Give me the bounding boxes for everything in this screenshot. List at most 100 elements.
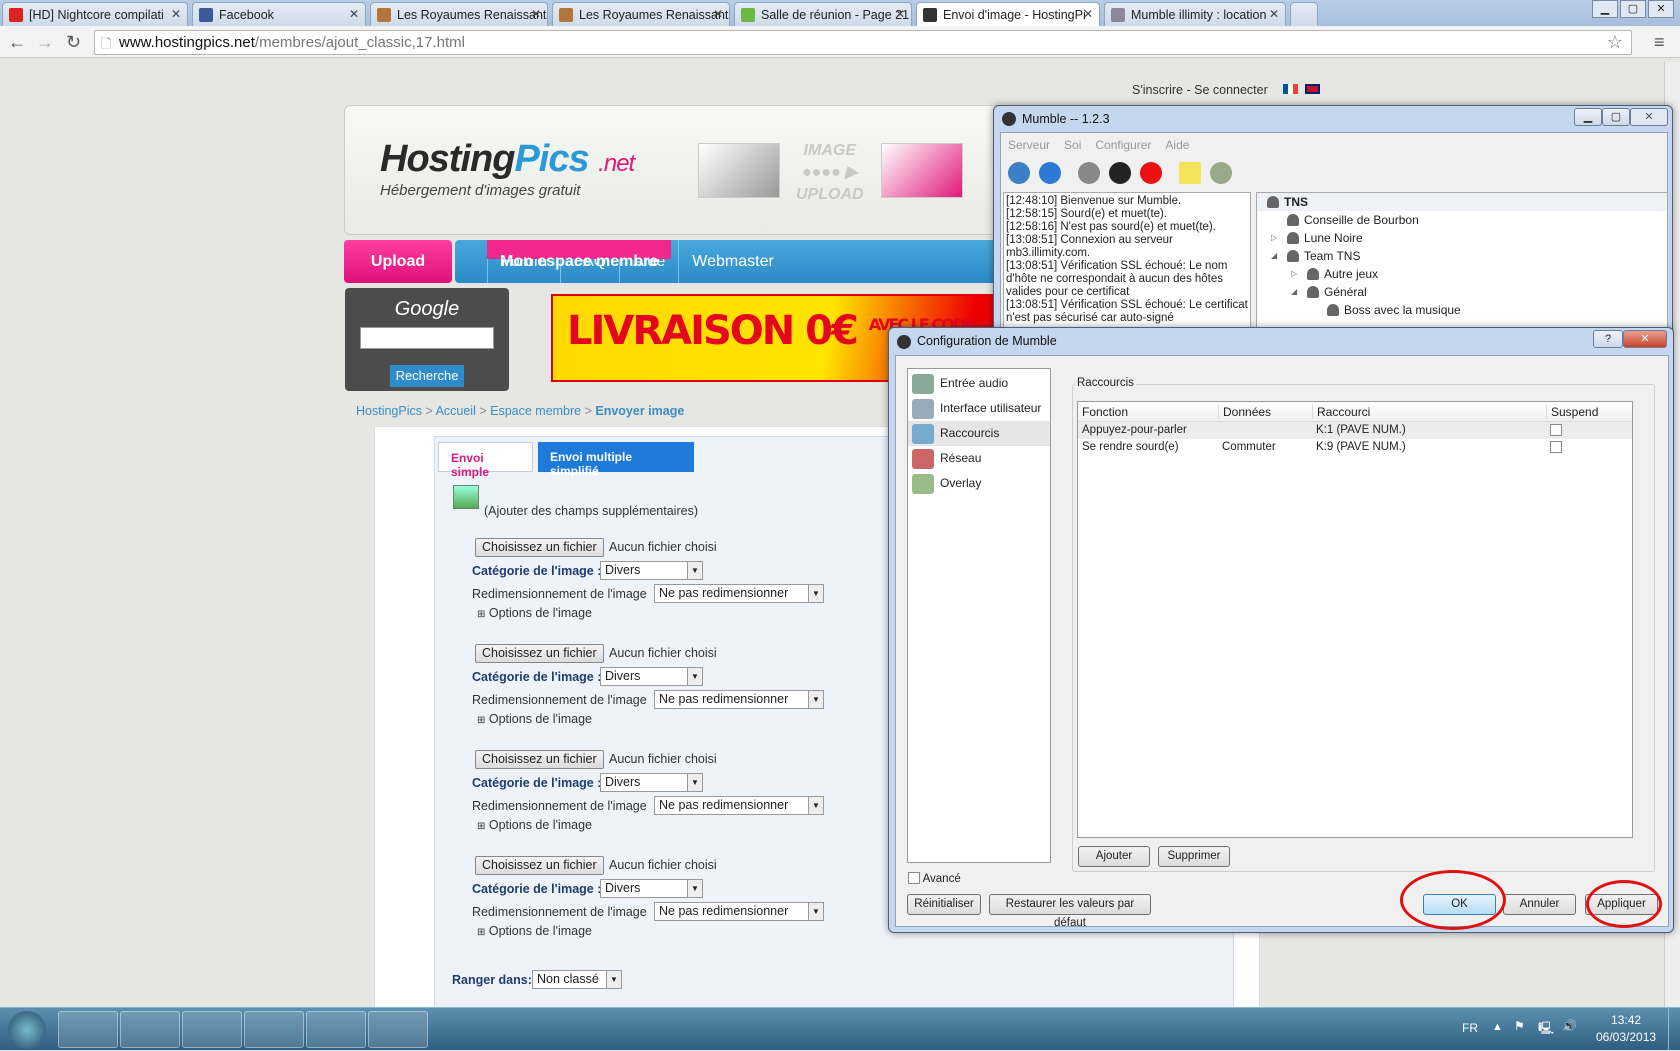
add-shortcut-button[interactable]: Ajouter — [1078, 846, 1150, 867]
resize-select[interactable]: Ne pas redimensionner ▼ — [654, 584, 824, 603]
expand-arrow-icon[interactable]: ▷ — [1271, 229, 1277, 247]
image-options-toggle[interactable]: ⊞ Options de l'image — [477, 818, 592, 832]
record-icon[interactable] — [1140, 162, 1162, 184]
mumble-menu-item[interactable]: Soi — [1064, 138, 1081, 152]
add-image-fields-icon[interactable] — [453, 485, 479, 509]
tab-close-icon[interactable]: ✕ — [349, 7, 359, 21]
notes-icon[interactable] — [368, 1011, 428, 1048]
expand-arrow-icon[interactable]: ◢ — [1291, 283, 1297, 301]
suspend-checkbox[interactable] — [1550, 424, 1562, 436]
remove-shortcut-button[interactable]: Supprimer — [1158, 846, 1230, 867]
config-section-item[interactable]: Réseau — [908, 446, 1050, 471]
tab-close-icon[interactable]: ✕ — [713, 7, 723, 21]
tab-envoi-simple[interactable]: Envoi simple — [438, 442, 533, 479]
nav-item[interactable]: Mon espace membre — [487, 240, 672, 270]
action-center-flag-icon[interactable]: ⚑ — [1514, 1019, 1525, 1033]
browser-tab[interactable]: Envoi d'image - HostingPi ✕ — [916, 2, 1100, 26]
forward-icon[interactable]: → — [36, 32, 54, 53]
breadcrumb-link[interactable]: HostingPics — [356, 404, 422, 418]
choose-file-button[interactable]: Choisissez un fichier — [475, 644, 604, 663]
comment-icon[interactable] — [1179, 162, 1201, 184]
tab-close-icon[interactable]: ✕ — [895, 7, 905, 21]
menu-icon[interactable]: ≡ — [1654, 32, 1665, 53]
new-tab-button[interactable] — [1290, 2, 1318, 26]
image-options-toggle[interactable]: ⊞ Options de l'image — [477, 712, 592, 726]
show-hidden-icons[interactable]: ▲ — [1492, 1021, 1503, 1033]
image-options-toggle[interactable]: ⊞ Options de l'image — [477, 924, 592, 938]
help-button[interactable]: ? — [1593, 330, 1623, 348]
explorer-icon[interactable] — [120, 1011, 180, 1048]
media-player-icon[interactable] — [182, 1011, 242, 1048]
choose-file-button[interactable]: Choisissez un fichier — [475, 750, 604, 769]
mumble-icon[interactable] — [306, 1011, 366, 1048]
config-section-item[interactable]: Raccourcis — [908, 421, 1050, 446]
mumble-log[interactable]: [12:48:10] Bienvenue sur Mumble. [12:58:1… — [1003, 192, 1251, 332]
tab-close-icon[interactable]: ✕ — [1269, 7, 1279, 21]
resize-select[interactable]: Ne pas redimensionner ▼ — [654, 796, 824, 815]
auth-links[interactable]: S'inscrire - Se connecter — [1132, 83, 1268, 97]
show-desktop-button[interactable] — [1668, 1008, 1680, 1051]
tab-close-icon[interactable]: ✕ — [531, 7, 541, 21]
category-select[interactable]: Divers ▼ — [600, 667, 703, 686]
channel-item[interactable]: Conseille de Bourbon — [1257, 211, 1667, 229]
info-icon[interactable] — [1039, 162, 1061, 184]
site-logo[interactable]: HostingPics .net — [380, 138, 635, 181]
choose-file-button[interactable]: Choisissez un fichier — [475, 538, 604, 557]
category-select[interactable]: Divers ▼ — [600, 773, 703, 792]
advanced-checkbox[interactable]: Avancé — [908, 872, 961, 885]
language-indicator[interactable]: FR — [1462, 1021, 1478, 1035]
mumble-menu-item[interactable]: Configurer — [1095, 138, 1151, 152]
add-fields-link[interactable]: (Ajouter des champs supplémentaires) — [484, 504, 698, 518]
bookmark-star-icon[interactable]: ☆ — [1607, 32, 1623, 53]
config-section-item[interactable]: Entrée audio — [908, 371, 1050, 396]
column-header[interactable]: Fonction — [1082, 405, 1128, 419]
choose-file-button[interactable]: Choisissez un fichier — [475, 856, 604, 875]
channel-item[interactable]: Boss avec la musique — [1257, 301, 1667, 319]
connect-icon[interactable] — [1008, 162, 1030, 184]
column-header[interactable]: Raccourci — [1312, 405, 1370, 419]
mumble-maximize-button[interactable]: ▢ — [1602, 108, 1630, 126]
expand-arrow-icon[interactable]: ◢ — [1271, 247, 1277, 265]
browser-tab[interactable]: [HD] Nightcore compilati ✕ — [2, 2, 188, 26]
channel-item[interactable]: ▷ Lune Noire — [1257, 229, 1667, 247]
reset-button[interactable]: Réinitialiser — [907, 894, 981, 915]
config-section-item[interactable]: Interface utilisateur — [908, 396, 1050, 421]
upload-nav-button[interactable]: Upload — [344, 240, 452, 283]
ie-icon[interactable] — [58, 1011, 118, 1048]
tab-envoi-multiple[interactable]: Envoi multiple simplifié — [538, 442, 694, 478]
back-icon[interactable]: ← — [8, 32, 26, 53]
breadcrumb-link[interactable]: Espace membre — [490, 404, 581, 418]
browser-tab[interactable]: Les Royaumes Renaissants ✕ — [552, 2, 730, 26]
tab-close-icon[interactable]: ✕ — [1083, 7, 1093, 21]
users-icon[interactable] — [1210, 162, 1232, 184]
restore-defaults-button[interactable]: Restaurer les valeurs par défaut — [989, 894, 1151, 929]
table-row[interactable]: Appuyez-pour-parler K:1 (PAVE NUM.) — [1078, 422, 1632, 439]
browser-tab[interactable]: Les Royaumes Renaissants ✕ — [370, 2, 548, 26]
deafen-headphones-icon[interactable] — [1109, 162, 1131, 184]
expand-arrow-icon[interactable]: ▷ — [1291, 265, 1297, 283]
reload-icon[interactable]: ↻ — [66, 32, 81, 53]
category-select[interactable]: Divers ▼ — [600, 561, 703, 580]
config-section-item[interactable]: Overlay — [908, 471, 1050, 496]
mumble-menu-item[interactable]: Serveur — [1008, 138, 1050, 152]
column-header[interactable]: Données — [1218, 405, 1271, 419]
dialog-close-button[interactable]: ✕ — [1623, 330, 1667, 348]
mumble-minimize-button[interactable]: ▁ — [1574, 108, 1602, 126]
resize-select[interactable]: Ne pas redimensionner ▼ — [654, 690, 824, 709]
minimize-button[interactable]: ▁ — [1592, 0, 1618, 18]
chrome-icon[interactable] — [244, 1011, 304, 1048]
google-search-input[interactable] — [360, 327, 494, 349]
browser-tab[interactable]: Mumble illimity : location ✕ — [1104, 2, 1286, 26]
resize-select[interactable]: Ne pas redimensionner ▼ — [654, 902, 824, 921]
channel-item[interactable]: ▷ Autre jeux — [1257, 265, 1667, 283]
mumble-menu-item[interactable]: Aide — [1165, 138, 1189, 152]
tab-close-icon[interactable]: ✕ — [171, 7, 181, 21]
close-button[interactable]: ✕ — [1648, 0, 1674, 18]
breadcrumb-link[interactable]: Accueil — [436, 404, 476, 418]
browser-tab[interactable]: Salle de réunion - Page 21 ✕ — [734, 2, 912, 26]
mute-mic-icon[interactable] — [1078, 162, 1100, 184]
uk-flag-icon[interactable] — [1305, 84, 1320, 94]
channel-tree[interactable]: TNS Conseille de Bourbon ▷ Lune Noire ◢ Team … — [1256, 192, 1668, 332]
maximize-button[interactable]: ▢ — [1620, 0, 1646, 18]
french-flag-icon[interactable] — [1283, 84, 1298, 94]
